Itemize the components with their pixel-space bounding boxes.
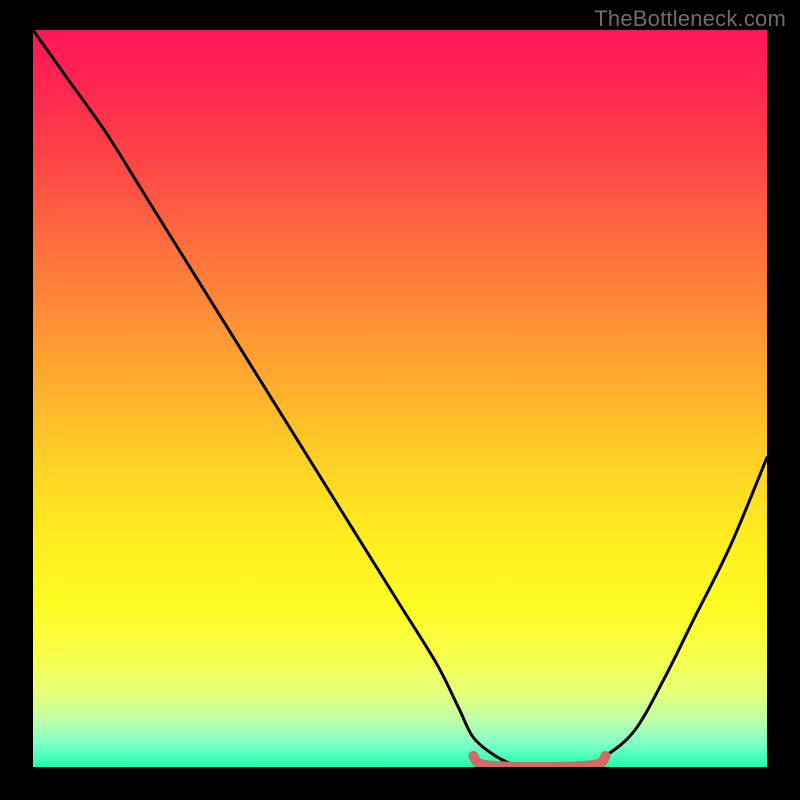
chart-svg	[0, 0, 800, 800]
watermark-text: TheBottleneck.com	[594, 6, 786, 32]
bottleneck-chart	[0, 0, 800, 800]
gradient-background	[33, 30, 767, 767]
